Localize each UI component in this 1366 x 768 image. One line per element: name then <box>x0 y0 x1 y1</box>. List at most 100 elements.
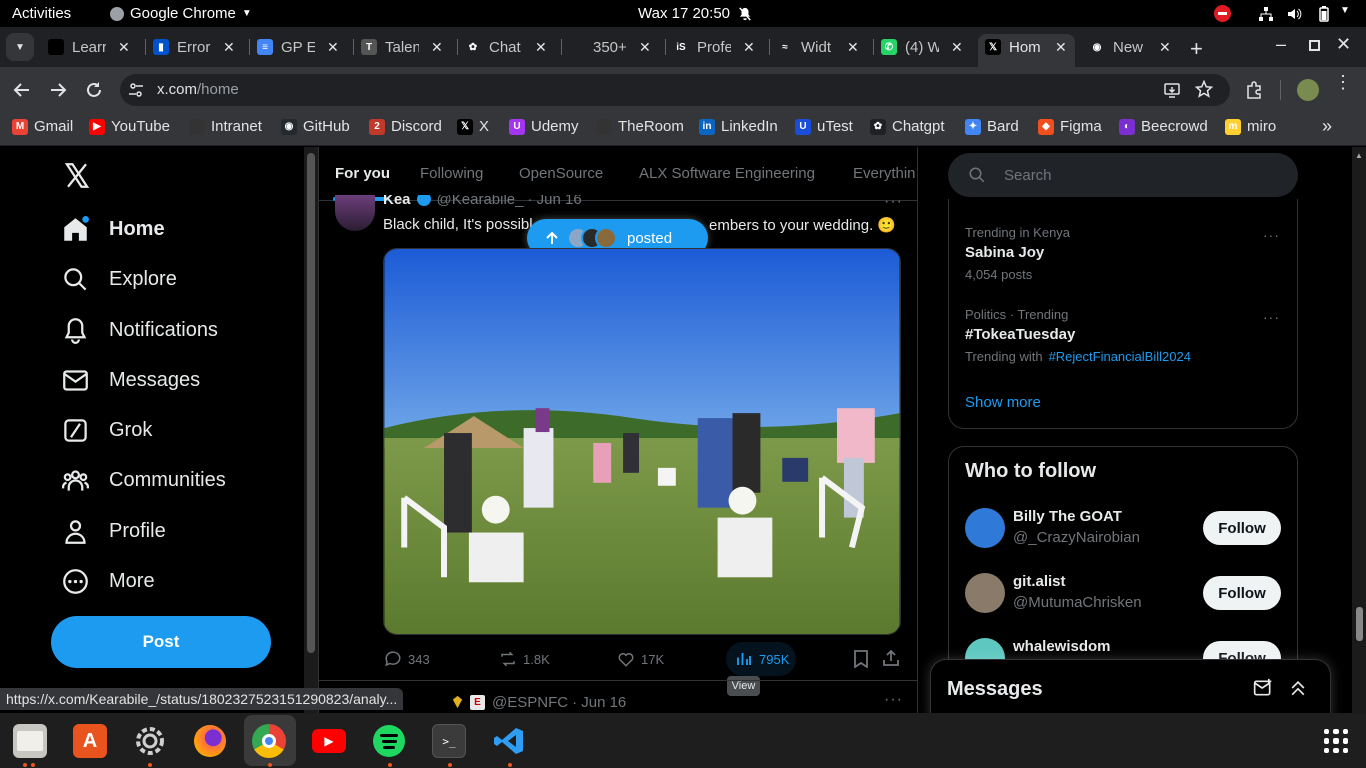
messages-drawer[interactable]: Messages <box>930 659 1331 713</box>
bookmark-star-icon[interactable] <box>1195 80 1213 98</box>
tweet-author-handle[interactable]: @Kearabile_ <box>437 195 524 208</box>
terminal-icon[interactable]: >_ <box>432 724 466 758</box>
tab-search-button[interactable]: ▼ <box>6 33 34 61</box>
profile-avatar[interactable] <box>1297 79 1319 101</box>
close-tab-icon[interactable]: ✕ <box>743 39 755 56</box>
bookmark-item[interactable]: ✿ Chatgpt <box>870 118 945 135</box>
activities-button[interactable]: Activities <box>12 5 71 22</box>
bookmark-item[interactable]: Intranet <box>189 118 262 135</box>
system-menu-caret-icon[interactable]: ▼ <box>1340 5 1350 16</box>
close-tab-icon[interactable]: ✕ <box>639 39 651 56</box>
nav-notifications[interactable]: Notifications <box>62 317 218 344</box>
follow-1-button[interactable]: Follow <box>1203 511 1281 545</box>
page-scrollbar[interactable]: ▲ <box>1352 147 1366 713</box>
more-bookmarks-icon[interactable]: » <box>1322 116 1332 137</box>
reply-button[interactable]: 343 <box>384 650 430 668</box>
bookmark-item[interactable]: in LinkedIn <box>699 118 778 135</box>
follow-1-avatar[interactable] <box>965 508 1005 548</box>
sidebar-scrollbar[interactable] <box>304 147 318 713</box>
bookmark-item[interactable]: UuTest <box>795 118 853 135</box>
browser-tab[interactable]: iS Profe ✕ <box>673 33 755 61</box>
chrome-icon[interactable] <box>252 724 286 758</box>
tweet-more-icon[interactable]: ··· <box>884 193 903 211</box>
bookmark-item[interactable]: 2 Discord <box>369 118 442 135</box>
address-bar[interactable] <box>120 74 1230 106</box>
follow-2-avatar[interactable] <box>965 573 1005 613</box>
browser-tab[interactable]: ▮ Error ✕ <box>153 33 235 61</box>
tab-following[interactable]: Following <box>420 165 483 182</box>
nav-profile[interactable]: Profile <box>62 518 166 545</box>
browser-tab[interactable]: ≡ GP E ✕ <box>257 33 339 61</box>
close-tab-icon[interactable]: ✕ <box>1055 39 1067 56</box>
browser-tab[interactable]: T Talen ✕ <box>361 33 443 61</box>
browser-tab[interactable]: ◉ New ✕ <box>1089 33 1171 61</box>
volume-icon[interactable] <box>1286 6 1302 22</box>
browser-tab[interactable]: ✿ Chat ✕ <box>465 33 547 61</box>
tweet-date[interactable]: · Jun 16 <box>527 195 581 208</box>
maximize-button[interactable] <box>1309 40 1320 51</box>
trend-1-more-icon[interactable]: ··· <box>1263 227 1280 243</box>
follow-2-name[interactable]: git.alist <box>1013 573 1066 590</box>
url-text[interactable]: x.com/home <box>157 81 239 98</box>
nav-communities[interactable]: Communities <box>62 467 226 494</box>
bookmark-item[interactable]: M Gmail <box>12 118 73 135</box>
bookmark-item[interactable]: TheRoom <box>596 118 684 135</box>
trend-2-title[interactable]: #TokeaTuesday <box>965 326 1075 343</box>
close-tab-icon[interactable]: ✕ <box>847 39 859 56</box>
app-menu[interactable]: Google Chrome ▼ <box>110 5 252 22</box>
browser-tab[interactable]: 𝕏 Hom ✕ <box>985 33 1067 61</box>
next-tweet-date[interactable]: · Jun 16 <box>572 694 626 711</box>
views-button[interactable]: 795K <box>735 650 789 668</box>
show-more-link[interactable]: Show more <box>965 394 1041 411</box>
close-tab-icon[interactable]: ✕ <box>118 39 130 56</box>
close-tab-icon[interactable]: ✕ <box>535 39 547 56</box>
browser-tab[interactable]: 350+ ✕ <box>569 33 651 61</box>
minimize-button[interactable]: – <box>1276 34 1286 55</box>
back-icon[interactable] <box>13 81 31 99</box>
x-logo-icon[interactable] <box>63 162 91 189</box>
forward-icon[interactable] <box>49 81 67 99</box>
nav-grok[interactable]: Grok <box>62 417 152 444</box>
repost-button[interactable]: 1.8K <box>499 650 550 668</box>
extensions-icon[interactable] <box>1245 80 1265 100</box>
trend-1-title[interactable]: Sabina Joy <box>965 244 1044 261</box>
share-icon[interactable] <box>882 649 900 667</box>
browser-tab[interactable]: ≈ Widt ✕ <box>777 33 859 61</box>
bookmark-icon[interactable] <box>853 650 869 668</box>
battery-icon[interactable] <box>1316 5 1332 23</box>
browser-tab[interactable]: Learr ✕ <box>48 33 130 61</box>
tab-everything[interactable]: Everythin <box>853 165 917 182</box>
bookmark-item[interactable]: ◆ Figma <box>1038 118 1102 135</box>
show-apps-icon[interactable] <box>1324 729 1348 753</box>
bookmark-item[interactable]: ◉ GitHub <box>281 118 350 135</box>
firefox-icon[interactable] <box>193 724 227 758</box>
trend-2-meta-link[interactable]: #RejectFinancialBill2024 <box>1049 349 1191 364</box>
nav-more[interactable]: More <box>62 568 155 595</box>
close-tab-icon[interactable]: ✕ <box>951 39 963 56</box>
files-icon[interactable] <box>13 724 47 758</box>
nav-home[interactable]: Home <box>62 216 165 243</box>
next-tweet-handle[interactable]: @ESPNFC <box>492 694 568 711</box>
reload-icon[interactable] <box>85 81 103 99</box>
chrome-menu-icon[interactable]: ⋮ <box>1334 73 1352 91</box>
close-tab-icon[interactable]: ✕ <box>223 39 235 56</box>
close-tab-icon[interactable]: ✕ <box>327 39 339 56</box>
settings-icon[interactable] <box>133 724 167 758</box>
post-button[interactable]: Post <box>51 616 271 668</box>
new-tab-button[interactable]: + <box>1190 36 1203 62</box>
bookmark-item[interactable]: m miro <box>1225 118 1276 135</box>
site-info-icon[interactable] <box>127 81 145 99</box>
like-button[interactable]: 17K <box>617 650 664 668</box>
follow-3-name[interactable]: whalewisdom <box>1013 638 1111 655</box>
nav-explore[interactable]: Explore <box>62 266 177 293</box>
bookmark-item[interactable]: ◐ Beecrowd <box>1119 118 1208 135</box>
network-icon[interactable] <box>1258 6 1274 22</box>
nav-messages[interactable]: Messages <box>62 367 200 394</box>
follow-2-button[interactable]: Follow <box>1203 576 1281 610</box>
tab-opensource[interactable]: OpenSource <box>519 165 603 182</box>
tab-alx[interactable]: ALX Software Engineering <box>639 165 815 182</box>
close-tab-icon[interactable]: ✕ <box>1159 39 1171 56</box>
close-tab-icon[interactable]: ✕ <box>431 39 443 56</box>
next-tweet-more-icon[interactable]: ··· <box>884 691 903 709</box>
vscode-icon[interactable] <box>492 724 526 758</box>
